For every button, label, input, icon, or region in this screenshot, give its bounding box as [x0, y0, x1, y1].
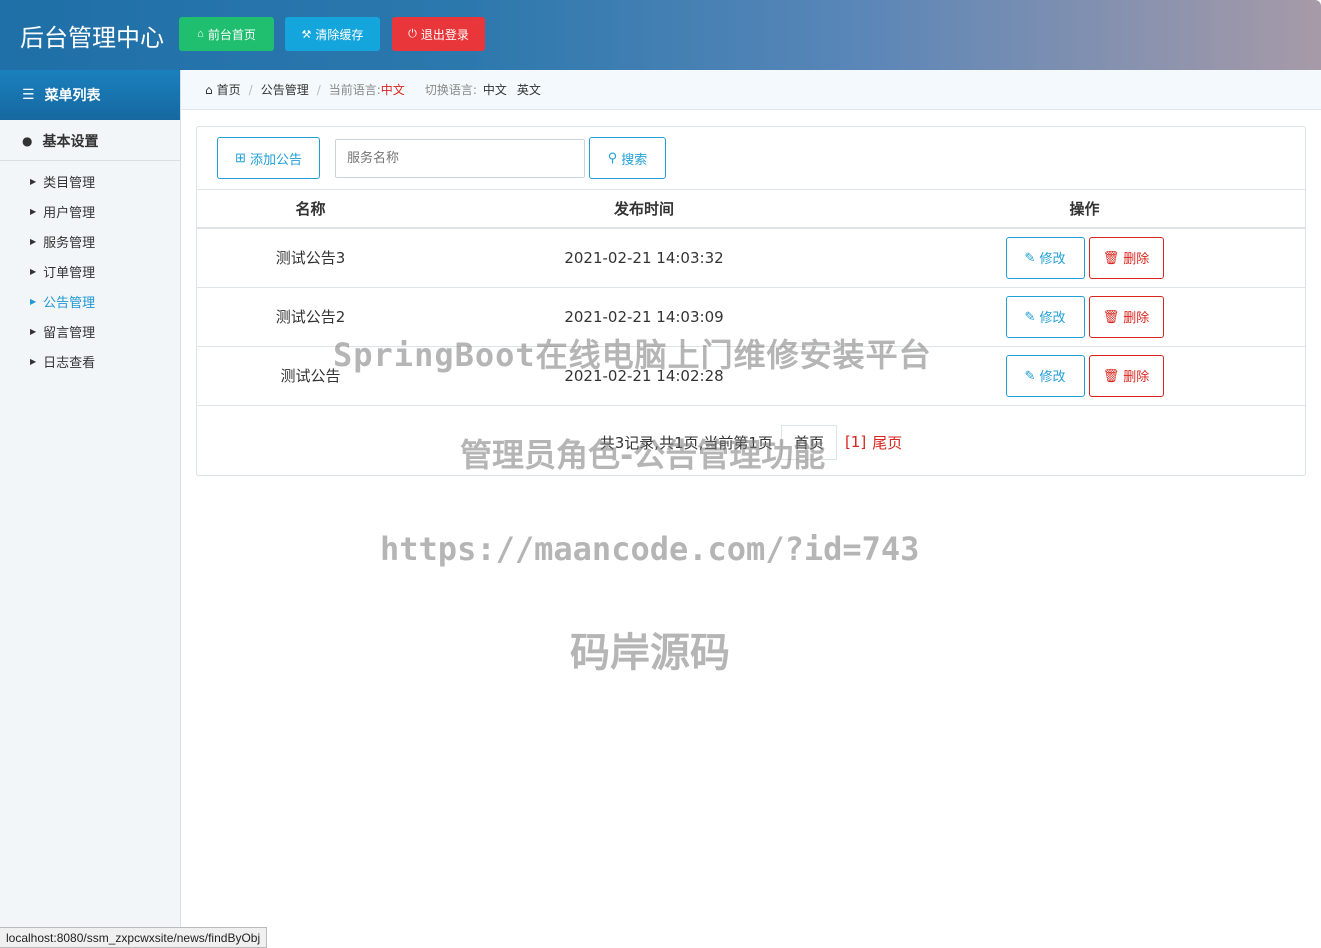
caret-right-icon: ▶: [30, 296, 37, 306]
column-header-time: 发布时间: [424, 190, 864, 229]
sidebar-item-label: 日志查看: [43, 355, 96, 371]
delete-label: 删除: [1123, 251, 1150, 267]
sidebar-item-label: 公告管理: [43, 295, 96, 311]
caret-right-icon: ▶: [30, 206, 37, 216]
edit-label: 修改: [1039, 310, 1066, 325]
add-notice-label: 添加公告: [249, 151, 302, 167]
top-header: 后台管理中心 ⌂ 前台首页 ⚒ 清除缓存 ⏻ 退出登录: [0, 0, 1321, 70]
search-input[interactable]: [335, 139, 585, 178]
logout-button[interactable]: ⏻ 退出登录: [392, 17, 485, 51]
edit-button[interactable]: ✎ 修改: [1005, 236, 1085, 279]
sidebar-item-label: 服务管理: [43, 235, 96, 251]
breadcrumb-separator: /: [248, 82, 253, 97]
list-icon: ☰: [22, 87, 35, 103]
table-header-row: 名称 发布时间 操作: [197, 190, 1305, 229]
edit-icon: ✎: [1024, 249, 1036, 265]
logout-label: 退出登录: [420, 27, 469, 42]
sidebar-item-messages[interactable]: ▶ 留言管理: [0, 316, 180, 346]
toolbar: ⊞ 添加公告 ⚲ 搜索: [197, 127, 1305, 190]
edit-icon: ✎: [1024, 367, 1036, 383]
basic-settings-section[interactable]: ● 基本设置: [0, 121, 180, 161]
row-name: 测试公告3: [197, 228, 424, 288]
plus-square-icon: ⊞: [235, 150, 246, 165]
delete-button[interactable]: 🗑 删除: [1088, 236, 1164, 279]
add-notice-button[interactable]: ⊞ 添加公告: [217, 137, 320, 179]
switch-language-zh[interactable]: 中文: [483, 81, 507, 98]
frontend-home-label: 前台首页: [207, 27, 256, 42]
sidebar-item-label: 留言管理: [43, 325, 96, 341]
search-button[interactable]: ⚲ 搜索: [589, 137, 666, 179]
breadcrumb-separator: /: [316, 82, 321, 97]
user-icon: ●: [22, 133, 33, 148]
sidebar-item-users[interactable]: ▶ 用户管理: [0, 196, 180, 226]
menu-list-header: ☰ 菜单列表: [0, 70, 180, 120]
delete-button[interactable]: 🗑 删除: [1088, 354, 1164, 397]
sidebar-item-label: 用户管理: [43, 205, 96, 221]
breadcrumb: ⌂ 首页 / 公告管理 / 当前语言: 中文 切换语言: 中文 英文: [181, 70, 1321, 110]
clear-cache-label: 清除缓存: [315, 27, 364, 42]
caret-right-icon: ▶: [30, 236, 37, 246]
home-icon: ⌂: [205, 82, 213, 97]
caret-right-icon: ▶: [30, 356, 37, 366]
search-icon: ⚲: [607, 150, 618, 165]
breadcrumb-home[interactable]: 首页: [217, 81, 241, 98]
breadcrumb-current[interactable]: 公告管理: [261, 81, 309, 98]
power-icon: ⏻: [408, 27, 417, 40]
sidebar-item-category[interactable]: ▶ 类目管理: [0, 166, 180, 196]
sidebar: ☰ 菜单列表 ● 基本设置 ▶ 类目管理 ▶ 用户管理 ▶ 服务管理 ▶ 订单管…: [0, 70, 181, 948]
sidebar-item-label: 类目管理: [43, 175, 96, 191]
switch-language-en[interactable]: 英文: [517, 81, 541, 98]
sidebar-item-orders[interactable]: ▶ 订单管理: [0, 256, 180, 286]
app-title: 后台管理中心: [20, 24, 164, 52]
trash-icon: 🗑: [1102, 249, 1120, 265]
sidebar-item-services[interactable]: ▶ 服务管理: [0, 226, 180, 256]
section-title-label: 基本设置: [42, 133, 99, 150]
clear-cache-button[interactable]: ⚒ 清除缓存: [285, 17, 380, 51]
browser-status-bar: localhost:8080/ssm_zxpcwxsite/news/findB…: [0, 927, 268, 948]
delete-label: 删除: [1123, 310, 1150, 325]
edit-button[interactable]: ✎ 修改: [1005, 354, 1085, 397]
watermark-subtitle: 管理员角色-公告管理功能: [460, 436, 826, 474]
trash-icon: 🗑: [1102, 308, 1120, 324]
watermark-title: SpringBoot在线电脑上门维修安装平台: [333, 336, 932, 374]
menu-list-title: 菜单列表: [44, 88, 101, 104]
column-header-name: 名称: [197, 190, 424, 229]
switch-language-label: 切换语言:: [424, 83, 477, 97]
table-row: 测试公告3 2021-02-21 14:03:32 ✎ 修改 🗑 删除: [197, 228, 1305, 288]
last-page-link[interactable]: 尾页: [872, 432, 902, 453]
sidebar-item-label: 订单管理: [43, 265, 96, 281]
search-label: 搜索: [621, 151, 648, 167]
sidebar-item-notices[interactable]: ▶ 公告管理: [0, 286, 180, 316]
column-header-actions: 操作: [864, 190, 1305, 229]
current-language-label: 当前语言:: [328, 83, 381, 97]
current-page-link[interactable]: [1]: [845, 433, 866, 451]
caret-right-icon: ▶: [30, 176, 37, 186]
delete-button[interactable]: 🗑 删除: [1088, 295, 1164, 338]
row-time: 2021-02-21 14:03:32: [424, 228, 864, 288]
caret-right-icon: ▶: [30, 266, 37, 276]
watermark-brand: 码岸源码: [570, 630, 730, 676]
current-language-value: 中文: [380, 83, 405, 97]
wrench-icon: ⚒: [301, 28, 312, 41]
edit-label: 修改: [1039, 251, 1066, 267]
frontend-home-button[interactable]: ⌂ 前台首页: [179, 17, 274, 51]
edit-icon: ✎: [1024, 308, 1036, 324]
trash-icon: 🗑: [1102, 367, 1120, 383]
home-icon: ⌂: [197, 28, 204, 40]
caret-right-icon: ▶: [30, 326, 37, 336]
notice-panel: ⊞ 添加公告 ⚲ 搜索 名称 发布时间 操作 测试公告3 2021-02-21 …: [196, 126, 1306, 476]
watermark-url: https://maancode.com/?id=743: [380, 530, 920, 568]
delete-label: 删除: [1123, 369, 1150, 384]
sidebar-item-logs[interactable]: ▶ 日志查看: [0, 346, 180, 376]
edit-label: 修改: [1039, 369, 1066, 384]
edit-button[interactable]: ✎ 修改: [1005, 295, 1085, 338]
